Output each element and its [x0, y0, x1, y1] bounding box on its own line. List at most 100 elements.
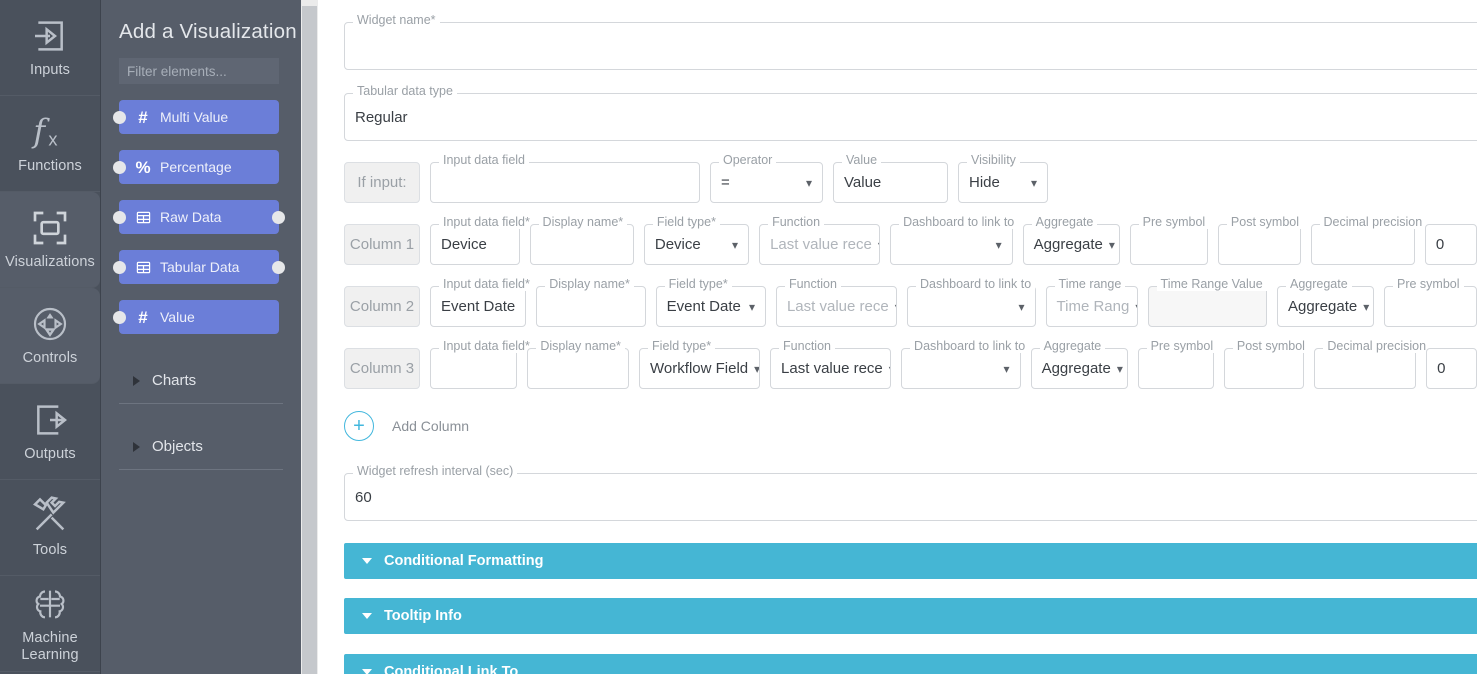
- add-column-button[interactable]: + Add Column: [344, 411, 1477, 441]
- rail-item-controls[interactable]: Controls: [0, 288, 100, 384]
- rail-item-label: Functions: [18, 158, 82, 175]
- col1-pre-symbol-field[interactable]: Pre symbol: [1129, 216, 1210, 265]
- field-label: Post symbol: [1226, 216, 1304, 229]
- drag-handle-left[interactable]: [113, 111, 126, 124]
- drag-handle-right[interactable]: [272, 261, 285, 274]
- rail-item-visualizations[interactable]: Visualizations: [0, 192, 100, 288]
- col2-function-select[interactable]: Function Last value rece: [775, 278, 897, 327]
- col2-time-range-value-field[interactable]: Time Range Value: [1147, 278, 1267, 327]
- field-label: Time Range Value: [1156, 278, 1267, 291]
- rail-item-outputs[interactable]: Outputs: [0, 384, 100, 480]
- col2-display-name-field[interactable]: Display name*: [536, 278, 646, 327]
- viz-chip-raw-data[interactable]: Raw Data: [113, 200, 285, 234]
- col1-function-select[interactable]: Function Last value rece: [759, 216, 881, 265]
- field-value: Device: [654, 236, 701, 253]
- chevron-down-icon: [1103, 239, 1115, 251]
- field-value: =: [721, 174, 730, 191]
- if-input-row: If input: Input data field Operator = Va…: [344, 154, 1477, 203]
- drag-handle-left[interactable]: [113, 311, 126, 324]
- col3-aggregate-select[interactable]: Aggregate Aggregate: [1030, 340, 1128, 389]
- if-input-visibility-select[interactable]: Visibility Hide: [958, 154, 1048, 203]
- field-label: Pre symbol: [1146, 340, 1218, 353]
- col1-overflow-field[interactable]: 0: [1424, 224, 1477, 265]
- panel-scrollbar[interactable]: [301, 0, 318, 674]
- if-input-value-field[interactable]: Value Value: [833, 154, 948, 203]
- rail-item-tools[interactable]: Tools: [0, 480, 100, 576]
- field-label: Dashboard to link to: [899, 216, 1019, 229]
- drag-handle-left[interactable]: [113, 161, 126, 174]
- field-label: Function: [779, 340, 835, 353]
- drag-handle-left[interactable]: [113, 261, 126, 274]
- drag-handle-left[interactable]: [113, 211, 126, 224]
- chevron-down-icon: [1111, 363, 1123, 375]
- col1-post-symbol-field[interactable]: Post symbol: [1217, 216, 1304, 265]
- table-icon: [135, 209, 151, 225]
- field-value: 60: [355, 488, 372, 506]
- col1-dashboard-link-select[interactable]: Dashboard to link to: [890, 216, 1019, 265]
- column-row-1: Column 1 Input data field* Device Displa…: [344, 216, 1477, 265]
- field-label: Input data field*: [439, 216, 534, 229]
- viz-chip-tabular-data[interactable]: Tabular Data: [113, 250, 285, 284]
- widget-refresh-interval-field[interactable]: Widget refresh interval (sec) 60: [344, 465, 1477, 521]
- col2-input-data-field[interactable]: Input data field* Event Date: [430, 278, 534, 327]
- field-label: Operator: [719, 154, 777, 167]
- viz-group-objects[interactable]: Objects: [119, 424, 283, 470]
- chevron-down-icon: [743, 301, 755, 313]
- if-input-operator-select[interactable]: Operator =: [710, 154, 823, 203]
- col3-display-name-field[interactable]: Display name*: [527, 340, 630, 389]
- accordion-label: Conditional Link To: [384, 664, 519, 674]
- viz-group-charts[interactable]: Charts: [119, 358, 283, 404]
- col2-field-type-select[interactable]: Field type* Event Date: [655, 278, 766, 327]
- col1-input-data-field[interactable]: Input data field* Device: [430, 216, 534, 265]
- chevron-down-icon: [1357, 301, 1369, 313]
- rail-item-inputs[interactable]: Inputs: [0, 0, 100, 96]
- col3-post-symbol-field[interactable]: Post symbol: [1223, 340, 1309, 389]
- chevron-down-icon: [998, 363, 1010, 375]
- col1-decimal-precision-field[interactable]: Decimal precision: [1310, 216, 1427, 265]
- rail-item-label: Tools: [32, 542, 68, 559]
- viz-group-label: Objects: [152, 438, 203, 455]
- col1-display-name-field[interactable]: Display name*: [529, 216, 634, 265]
- widget-config-form: Widget name* Tabular data type Regular I…: [318, 0, 1477, 674]
- field-label: Pre symbol: [1392, 278, 1464, 291]
- viz-chip-label: Value: [160, 309, 195, 325]
- col3-input-data-field[interactable]: Input data field*: [430, 340, 534, 389]
- tabular-data-type-field[interactable]: Tabular data type Regular: [344, 85, 1477, 141]
- accordion-tooltip-info[interactable]: Tooltip Info: [344, 598, 1477, 634]
- field-label: Dashboard to link to: [915, 278, 1036, 291]
- scrollbar-thumb[interactable]: [302, 0, 317, 674]
- if-input-data-field[interactable]: Input data field: [430, 154, 700, 203]
- col2-time-range-select[interactable]: Time range Time Rang: [1045, 278, 1138, 327]
- accordion-conditional-formatting[interactable]: Conditional Formatting: [344, 543, 1477, 579]
- scrollbar-cap: [301, 0, 318, 6]
- col2-aggregate-select[interactable]: Aggregate Aggregate: [1276, 278, 1374, 327]
- filter-input[interactable]: [119, 58, 279, 84]
- hash-icon: #: [138, 307, 148, 327]
- col3-overflow-field[interactable]: 0: [1426, 348, 1477, 389]
- col1-field-type-select[interactable]: Field type* Device: [643, 216, 750, 265]
- viz-chip-percentage[interactable]: % Percentage: [113, 150, 279, 184]
- chevron-down-icon: [872, 239, 879, 251]
- col3-decimal-precision-field[interactable]: Decimal precision: [1314, 340, 1431, 389]
- widget-name-field[interactable]: Widget name*: [344, 14, 1477, 70]
- col2-pre-symbol-field[interactable]: Pre symbol: [1383, 278, 1477, 327]
- field-value: Workflow Field: [650, 360, 749, 377]
- drag-handle-right[interactable]: [272, 211, 285, 224]
- col3-field-type-select[interactable]: Field type* Workflow Field: [639, 340, 761, 389]
- rail-item-functions[interactable]: f x Functions: [0, 96, 100, 192]
- col3-dashboard-link-select[interactable]: Dashboard to link to: [901, 340, 1030, 389]
- col2-dashboard-link-select[interactable]: Dashboard to link to: [906, 278, 1036, 327]
- col3-function-select[interactable]: Function Last value rece: [770, 340, 892, 389]
- accordion-label: Tooltip Info: [384, 608, 462, 624]
- field-label: Input data field*: [439, 278, 534, 291]
- viz-chip-value[interactable]: # Value: [113, 300, 279, 334]
- row-label-if-input: If input:: [344, 162, 420, 203]
- field-label: Function: [768, 216, 825, 229]
- chevron-down-icon: [883, 363, 890, 375]
- col3-pre-symbol-field[interactable]: Pre symbol: [1137, 340, 1218, 389]
- accordion-conditional-link-to[interactable]: Conditional Link To: [344, 654, 1477, 674]
- viz-chip-multi-value[interactable]: # Multi Value: [113, 100, 279, 134]
- rail-item-machine-learning[interactable]: Machine Learning: [0, 576, 100, 672]
- col1-aggregate-select[interactable]: Aggregate Aggregate: [1022, 216, 1120, 265]
- column-row-3: Column 3 Input data field* Display name*…: [344, 340, 1477, 389]
